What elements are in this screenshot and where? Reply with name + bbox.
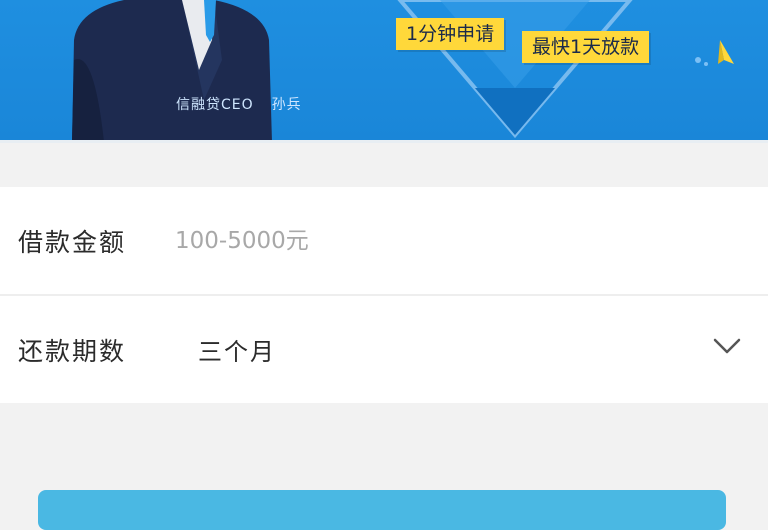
amount-input[interactable] [175, 223, 675, 259]
promo-banner: 信融贷CEO 孙兵 1分钟申请 最快1天放款 [0, 0, 768, 142]
amount-label: 借款金额 [18, 227, 127, 257]
banner-divider [0, 140, 768, 143]
ceo-photo [72, 0, 272, 142]
term-row[interactable]: 还款期数 三个月 [0, 294, 768, 403]
paper-plane-icon [695, 40, 734, 66]
ceo-caption: 信融贷CEO 孙兵 [176, 94, 302, 114]
tag-one-minute-apply: 1分钟申请 [396, 18, 505, 50]
amount-row: 借款金额 [0, 187, 768, 294]
chevron-down-icon[interactable] [712, 336, 742, 356]
loan-form: 借款金额 还款期数 三个月 [0, 187, 768, 403]
ceo-name: 孙兵 [271, 97, 302, 113]
submit-button[interactable] [38, 490, 726, 530]
tag-fast-loan: 最快1天放款 [522, 31, 650, 63]
ceo-title: 信融贷CEO [176, 97, 254, 113]
term-select-value[interactable]: 三个月 [198, 332, 276, 367]
term-label: 还款期数 [18, 336, 127, 366]
